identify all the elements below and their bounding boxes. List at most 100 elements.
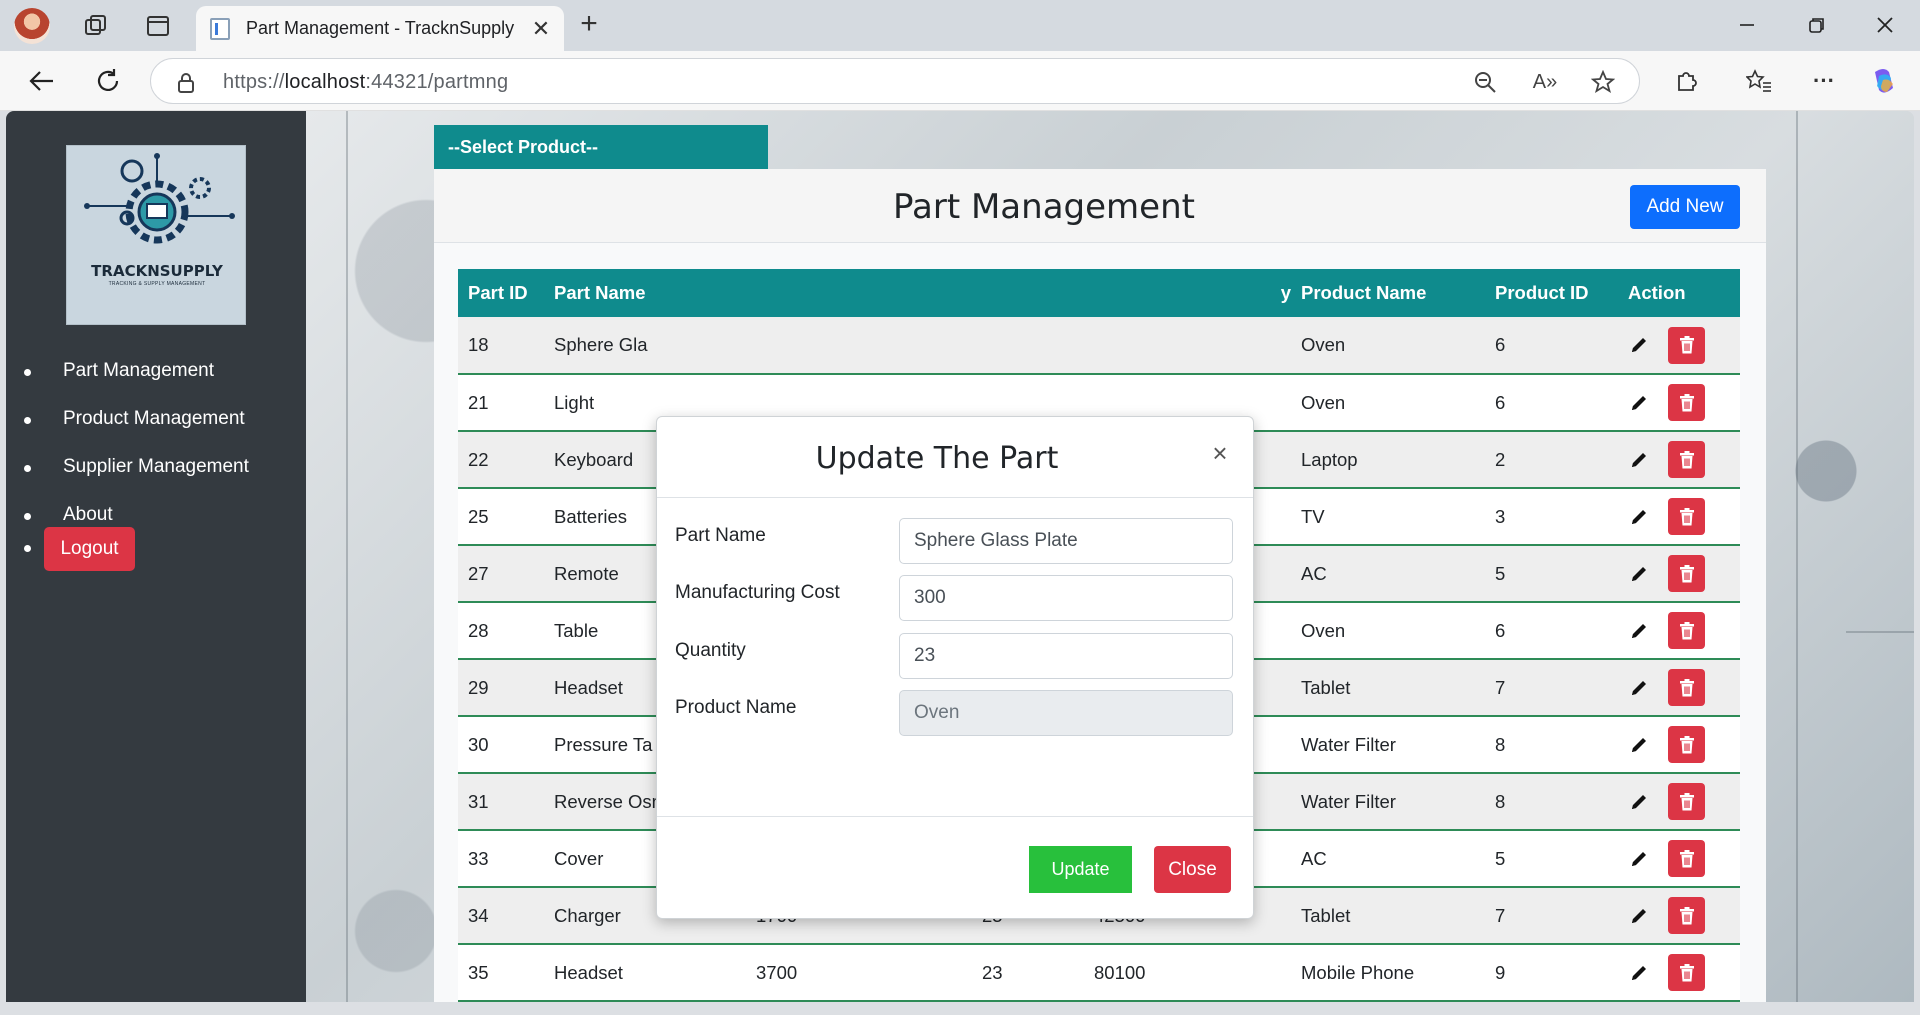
- sidebar-item-label[interactable]: Part Management: [63, 360, 214, 382]
- sidebar-item-label[interactable]: Product Management: [63, 408, 245, 430]
- column-header[interactable]: Product ID: [1485, 269, 1618, 317]
- table-cell-name: Headset: [544, 944, 746, 1002]
- sidebar-item-part-management[interactable]: Part Management: [6, 347, 306, 395]
- tab-part-management[interactable]: Part Management - TracknSupply ✕: [196, 6, 564, 51]
- table-cell-product: Oven: [1291, 602, 1485, 660]
- extensions-icon[interactable]: [1670, 65, 1702, 97]
- background-decoration: [1796, 111, 1798, 1002]
- column-header[interactable]: [972, 269, 1084, 317]
- background-decoration: [346, 111, 348, 1002]
- table-cell-product: Tablet: [1291, 887, 1485, 945]
- column-header[interactable]: Part ID: [458, 269, 544, 317]
- background-decoration: [1846, 631, 1914, 633]
- manufacturing-cost-label: Manufacturing Cost: [675, 582, 840, 603]
- table-cell-action: [1618, 830, 1740, 888]
- tab-actions-icon[interactable]: [142, 10, 174, 42]
- edit-pencil-icon[interactable]: [1628, 905, 1650, 927]
- table-header-row: Part ID Part Name y Product Name Product…: [458, 269, 1740, 317]
- read-aloud-icon[interactable]: A»: [1531, 69, 1559, 95]
- table-cell-pid: 8: [1485, 716, 1618, 774]
- favorite-star-icon[interactable]: [1589, 69, 1617, 95]
- row-actions: [1628, 612, 1740, 649]
- delete-trash-icon[interactable]: [1668, 726, 1705, 763]
- table-cell-product: Water Filter: [1291, 716, 1485, 774]
- more-options-icon[interactable]: ···: [1808, 65, 1840, 97]
- lock-icon[interactable]: [177, 72, 195, 99]
- quantity-input[interactable]: [899, 633, 1233, 679]
- edit-pencil-icon[interactable]: [1628, 791, 1650, 813]
- sidebar-item-label[interactable]: Supplier Management: [63, 456, 249, 478]
- favorites-icon[interactable]: [1743, 65, 1775, 97]
- delete-trash-icon[interactable]: [1668, 840, 1705, 877]
- delete-trash-icon[interactable]: [1668, 441, 1705, 478]
- page-viewport: TRACKNSUPPLY TRACKING & SUPPLY MANAGEMEN…: [6, 111, 1914, 1002]
- select-product-dropdown[interactable]: --Select Product--: [434, 125, 768, 169]
- refresh-icon[interactable]: [88, 63, 128, 99]
- table-cell-id: 29: [458, 659, 544, 717]
- update-button[interactable]: Update: [1029, 846, 1132, 893]
- delete-trash-icon[interactable]: [1668, 384, 1705, 421]
- edit-pencil-icon[interactable]: [1628, 734, 1650, 756]
- modal-title: Update The Part: [815, 441, 1059, 476]
- edit-pencil-icon[interactable]: [1628, 563, 1650, 585]
- row-actions: [1628, 555, 1740, 592]
- workspaces-icon[interactable]: [80, 10, 112, 42]
- edit-pencil-icon[interactable]: [1628, 620, 1650, 642]
- close-button[interactable]: Close: [1154, 846, 1231, 893]
- edit-pencil-icon[interactable]: [1628, 962, 1650, 984]
- new-tab-icon[interactable]: +: [572, 9, 606, 42]
- table-cell-pid: 5: [1485, 545, 1618, 603]
- column-header[interactable]: y: [1084, 269, 1291, 317]
- sidebar-item-supplier-management[interactable]: Supplier Management: [6, 443, 306, 491]
- column-header[interactable]: Part Name: [544, 269, 746, 317]
- column-header[interactable]: Product Name: [1291, 269, 1485, 317]
- edit-pencil-icon[interactable]: [1628, 334, 1650, 356]
- table-cell-pid: 6: [1485, 317, 1618, 375]
- part-name-label: Part Name: [675, 525, 766, 546]
- profile-avatar[interactable]: [14, 8, 50, 44]
- column-header[interactable]: [746, 269, 972, 317]
- table-cell-product: Tablet: [1291, 659, 1485, 717]
- close-window-icon[interactable]: [1860, 8, 1910, 42]
- logout-button[interactable]: Logout: [44, 527, 135, 571]
- table-cell-id: 35: [458, 944, 544, 1002]
- address-bar[interactable]: https://localhost:44321/partmng A»: [150, 58, 1640, 104]
- table-cell-pid: 6: [1485, 374, 1618, 432]
- logout-bullet: [24, 545, 31, 552]
- column-header[interactable]: Action: [1618, 269, 1740, 317]
- add-new-button[interactable]: Add New: [1630, 185, 1740, 229]
- table-cell-pid: 9: [1485, 944, 1618, 1002]
- back-icon[interactable]: [22, 63, 62, 99]
- url-text[interactable]: https://localhost:44321/partmng: [223, 71, 508, 94]
- manufacturing-cost-input[interactable]: [899, 575, 1233, 621]
- sidebar-item-label[interactable]: About: [63, 504, 113, 526]
- delete-trash-icon[interactable]: [1668, 498, 1705, 535]
- delete-trash-icon[interactable]: [1668, 669, 1705, 706]
- zoom-out-icon[interactable]: [1471, 69, 1499, 95]
- edit-pencil-icon[interactable]: [1628, 677, 1650, 699]
- minimize-icon[interactable]: [1722, 8, 1772, 42]
- table-row: 35 Headset 3700 23 80100 Mobile Phone 9: [458, 944, 1740, 1002]
- table-cell-action: [1618, 716, 1740, 774]
- edit-pencil-icon[interactable]: [1628, 392, 1650, 414]
- delete-trash-icon[interactable]: [1668, 783, 1705, 820]
- delete-trash-icon[interactable]: [1668, 954, 1705, 991]
- delete-trash-icon[interactable]: [1668, 612, 1705, 649]
- edit-pencil-icon[interactable]: [1628, 506, 1650, 528]
- sidebar-nav: Part Management Product Management Suppl…: [6, 347, 306, 539]
- part-name-input[interactable]: [899, 518, 1233, 564]
- delete-trash-icon[interactable]: [1668, 555, 1705, 592]
- edit-pencil-icon[interactable]: [1628, 848, 1650, 870]
- restore-icon[interactable]: [1792, 8, 1842, 42]
- table-cell-id: 22: [458, 431, 544, 489]
- close-icon[interactable]: ×: [1207, 440, 1233, 467]
- edit-pencil-icon[interactable]: [1628, 449, 1650, 471]
- sidebar-item-product-management[interactable]: Product Management: [6, 395, 306, 443]
- delete-trash-icon[interactable]: [1668, 897, 1705, 934]
- table-cell-id: 27: [458, 545, 544, 603]
- table-cell-action: [1618, 545, 1740, 603]
- copilot-icon[interactable]: [1868, 65, 1900, 97]
- delete-trash-icon[interactable]: [1668, 326, 1705, 364]
- close-tab-icon[interactable]: ✕: [526, 14, 556, 44]
- table-cell-pid: 8: [1485, 773, 1618, 831]
